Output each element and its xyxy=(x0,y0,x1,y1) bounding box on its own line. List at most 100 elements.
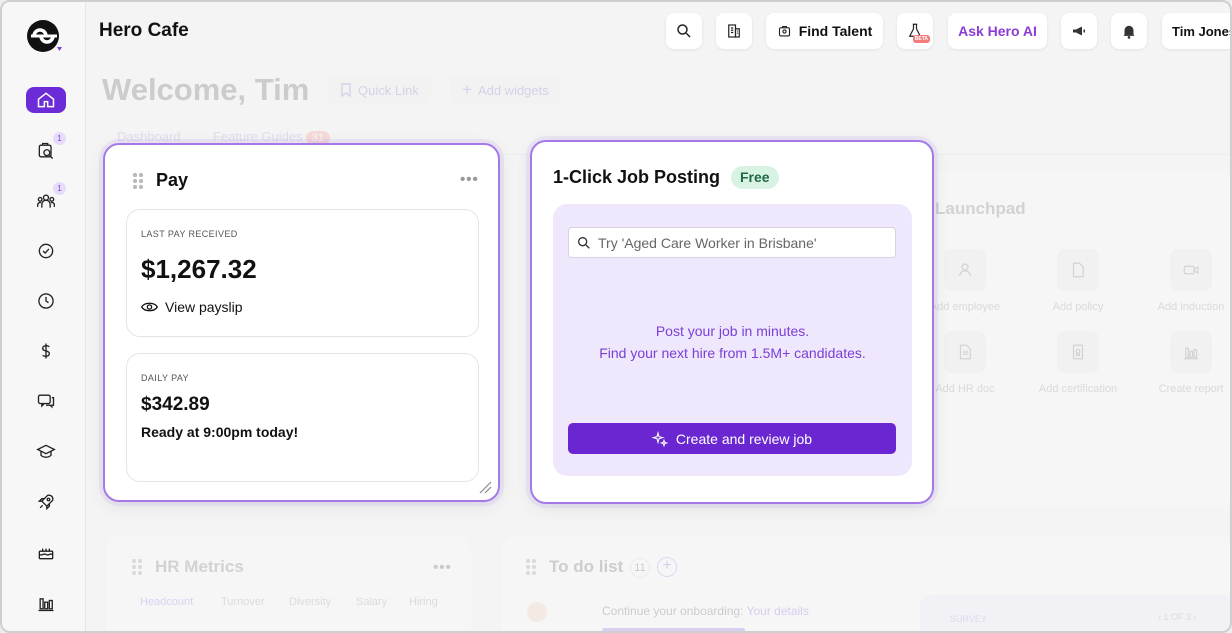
sidebar-item-launch[interactable] xyxy=(26,489,66,515)
home-icon xyxy=(37,92,55,108)
hr-metrics-title: HR Metrics xyxy=(155,557,244,576)
last-pay-amount: $1,267.32 xyxy=(141,254,257,284)
drag-handle-icon[interactable] xyxy=(132,559,142,575)
job-search-field[interactable] xyxy=(568,227,896,258)
people-icon xyxy=(37,194,55,208)
dollar-icon xyxy=(41,343,51,359)
daily-pay-amount: $342.89 xyxy=(141,394,210,415)
sidebar-badge: 1 xyxy=(53,132,66,145)
todo-item-text: Continue your onboarding: xyxy=(602,604,744,618)
bar-chart-icon xyxy=(38,598,54,612)
launchpad-label: Add policy xyxy=(1052,301,1104,313)
bell-icon xyxy=(1123,25,1135,39)
notifications-button[interactable] xyxy=(1111,13,1147,49)
building-icon xyxy=(728,24,740,38)
plus-icon: + xyxy=(462,80,472,99)
launchpad-create-report[interactable]: Create report xyxy=(1146,331,1230,395)
hr-tab-diversity[interactable]: Diversity xyxy=(289,596,331,608)
sidebar-badge: 1 xyxy=(53,182,66,195)
job-posting-message: Post your job in minutes. Find your next… xyxy=(553,320,912,364)
beta-badge: BETA xyxy=(912,35,930,43)
shield-check-icon xyxy=(38,243,54,259)
sidebar: 1 1 xyxy=(2,2,86,631)
find-talent-label: Find Talent xyxy=(798,23,873,39)
launchpad-add-policy[interactable]: Add policy xyxy=(1033,249,1123,313)
launchpad-add-induction[interactable]: Add induction xyxy=(1146,249,1230,313)
video-icon xyxy=(1183,265,1199,275)
ask-hero-ai-button[interactable]: Ask Hero AI xyxy=(948,13,1047,49)
create-and-review-job-label: Create and review job xyxy=(675,430,813,447)
todo-title: To do list xyxy=(549,557,624,576)
hr-tab-hiring[interactable]: Hiring xyxy=(409,596,438,608)
clock-icon xyxy=(38,293,54,309)
rocket-icon xyxy=(37,494,54,511)
page-title: Welcome, Tim xyxy=(102,72,310,107)
labs-button[interactable]: BETA xyxy=(897,13,933,49)
hr-tab-turnover[interactable]: Turnover xyxy=(221,596,265,608)
create-and-review-job-button[interactable]: Create and review job xyxy=(568,423,896,454)
tab-dashboard[interactable]: Dashboard xyxy=(117,129,181,144)
pay-title: Pay xyxy=(156,170,189,190)
chat-icon xyxy=(37,394,55,409)
todo-item[interactable]: Continue your onboarding: Your details xyxy=(602,604,809,618)
launchpad-add-certification[interactable]: Add certification xyxy=(1033,331,1123,395)
avatar xyxy=(527,602,547,622)
company-button[interactable] xyxy=(716,13,752,49)
more-options-icon[interactable]: ••• xyxy=(433,559,452,576)
free-badge: Free xyxy=(731,166,779,189)
certificate-icon xyxy=(1072,344,1084,360)
last-pay-label: LAST PAY RECEIVED xyxy=(141,229,238,239)
launchpad-label: Create report xyxy=(1158,383,1224,395)
sidebar-item-messages[interactable] xyxy=(26,388,66,414)
sidebar-item-time[interactable] xyxy=(26,288,66,314)
view-payslip-label: View payslip xyxy=(165,299,243,315)
view-payslip-link[interactable]: View payslip xyxy=(141,299,243,315)
survey-label: SURVEY xyxy=(950,614,987,624)
sidebar-item-home[interactable] xyxy=(26,87,66,113)
launchpad-label: Add induction xyxy=(1157,301,1225,313)
bookmark-icon xyxy=(341,83,351,97)
document-icon xyxy=(1072,262,1084,278)
onboarding-progress-bar xyxy=(602,628,745,631)
announcements-button[interactable] xyxy=(1061,13,1097,49)
talent-icon xyxy=(778,25,790,36)
survey-pager: ‹ 1 OF 3 › xyxy=(1158,612,1197,622)
find-talent-button[interactable]: Find Talent xyxy=(766,13,883,49)
job-search-input[interactable] xyxy=(598,234,888,251)
file-text-icon xyxy=(959,344,971,360)
resize-handle-icon[interactable] xyxy=(478,480,492,494)
user-menu-button[interactable]: Tim Jones xyxy=(1162,13,1232,49)
pager-text: 1 OF 3 xyxy=(1163,612,1192,622)
user-name: Tim Jones xyxy=(1172,23,1232,39)
sidebar-item-compliance[interactable] xyxy=(26,238,66,264)
hr-tab-salary[interactable]: Salary xyxy=(356,596,387,608)
sidebar-item-payroll[interactable] xyxy=(26,338,66,364)
add-widgets-button[interactable]: + Add widgets xyxy=(450,76,561,104)
search-icon xyxy=(578,236,590,249)
drag-handle-icon[interactable] xyxy=(133,173,143,189)
job-posting-panel: Post your job in minutes. Find your next… xyxy=(553,204,912,476)
sidebar-item-learning[interactable] xyxy=(26,439,66,465)
more-options-icon[interactable]: ••• xyxy=(460,171,479,188)
sidebar-item-reports[interactable] xyxy=(26,590,66,616)
job-message-line-2: Find your next hire from 1.5M+ candidate… xyxy=(599,345,866,361)
cake-icon xyxy=(38,548,54,560)
sidebar-item-recruit[interactable]: 1 xyxy=(26,132,66,164)
todo-item-link[interactable]: Your details xyxy=(747,604,809,618)
daily-pay-box: DAILY PAY $342.89 Ready at 9:00pm today! xyxy=(126,353,479,482)
drag-handle-icon[interactable] xyxy=(526,559,536,575)
search-icon xyxy=(677,24,691,38)
pay-widget: Pay ••• LAST PAY RECEIVED $1,267.32 View… xyxy=(103,143,500,502)
eye-icon xyxy=(141,302,158,312)
logo-icon[interactable] xyxy=(24,18,64,58)
sparkle-icon xyxy=(651,430,668,447)
search-button[interactable] xyxy=(666,13,702,49)
sidebar-item-celebrations[interactable] xyxy=(26,539,66,565)
quick-link-button[interactable]: Quick Link xyxy=(328,76,431,104)
quick-link-label: Quick Link xyxy=(358,82,419,98)
add-todo-button[interactable]: + xyxy=(657,557,677,577)
report-icon xyxy=(1184,347,1198,360)
job-posting-widget: 1-Click Job Posting Free Post your job i… xyxy=(530,140,934,504)
sidebar-item-people[interactable]: 1 xyxy=(26,182,66,214)
hr-tab-headcount[interactable]: Headcount xyxy=(140,596,193,608)
